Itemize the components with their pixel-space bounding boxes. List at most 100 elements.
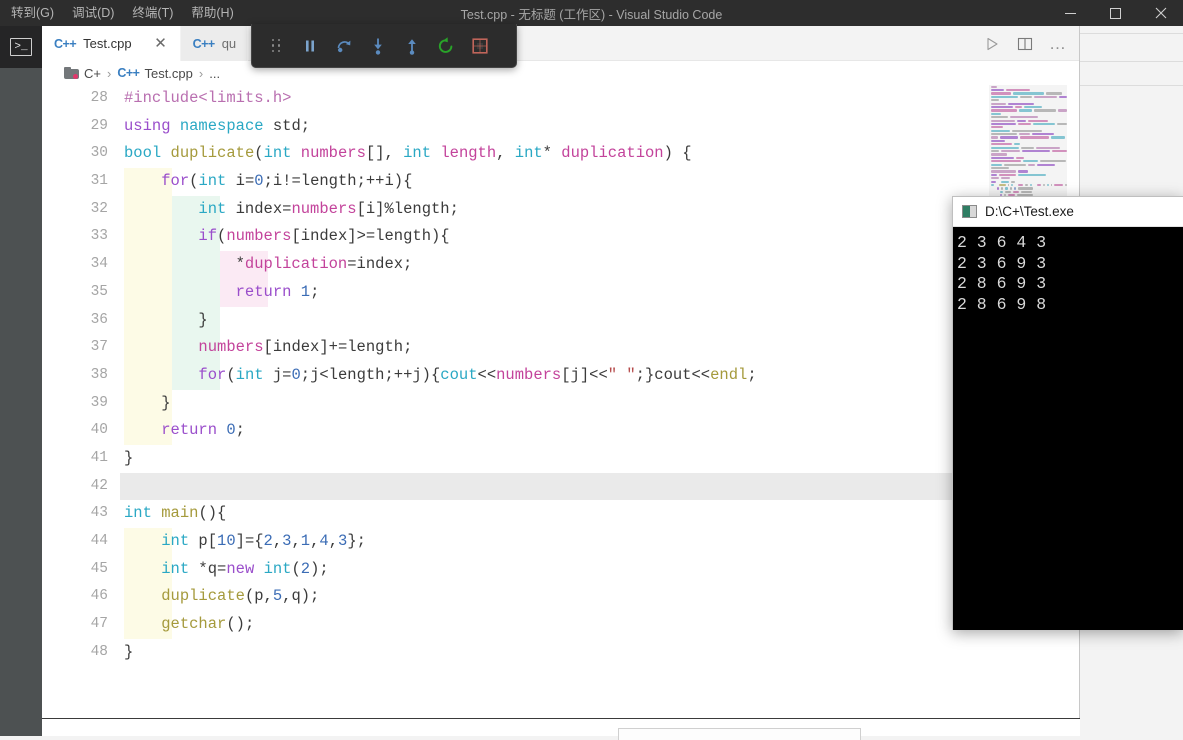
code-line: 35 return 1; bbox=[42, 278, 1079, 307]
code-line: 33 if(numbers[index]>=length){ bbox=[42, 223, 1079, 252]
bottom-panel bbox=[42, 719, 1080, 736]
code-editor[interactable]: 28 #include<limits.h> 29 using namespace st… bbox=[42, 85, 1079, 718]
breadcrumb-separator: › bbox=[106, 65, 112, 81]
maximize-button[interactable] bbox=[1093, 0, 1138, 26]
minimize-icon bbox=[1065, 12, 1076, 14]
cpp-file-icon: C++ bbox=[54, 36, 77, 51]
drag-handle-icon bbox=[271, 38, 281, 53]
folder-icon bbox=[64, 67, 79, 79]
restart-icon bbox=[438, 36, 453, 53]
close-icon bbox=[1155, 7, 1166, 19]
line-number: 43 bbox=[90, 505, 108, 522]
line-number: 37 bbox=[90, 339, 108, 356]
breadcrumb-item-file[interactable]: Test.cpp bbox=[144, 66, 192, 81]
tab-close-icon[interactable]: ✕ bbox=[153, 36, 169, 51]
tab-qu[interactable]: C++ qu bbox=[180, 26, 249, 61]
console-output: 2 3 6 4 3 2 3 6 9 3 2 8 6 9 3 2 8 6 9 8 bbox=[953, 227, 1183, 630]
code-line: 28 #include<limits.h> bbox=[42, 85, 1079, 113]
line-number: 28 bbox=[90, 90, 108, 106]
code-line: 46 duplicate(p,5,q); bbox=[42, 583, 1079, 612]
pause-icon bbox=[306, 40, 314, 51]
code-text: return 1; bbox=[235, 282, 320, 301]
menu-terminal[interactable]: 终端(T) bbox=[123, 2, 182, 24]
code-text: for(int j=0;j<length;++j){cout<<numbers[… bbox=[198, 365, 757, 384]
code-text: using namespace std; bbox=[124, 116, 311, 135]
code-text: } bbox=[124, 448, 134, 467]
code-text: bool duplicate(int numbers[], int length… bbox=[124, 144, 692, 163]
line-number: 42 bbox=[90, 477, 108, 494]
code-text: int index=numbers[i]%length; bbox=[198, 199, 459, 218]
code-line: 44 int p[10]={2,3,1,4,3}; bbox=[42, 528, 1079, 556]
code-line: 39 } bbox=[42, 389, 1079, 418]
panel-widget[interactable] bbox=[618, 728, 861, 740]
code-line: 31 for(int i=0;i!=length;++i){ bbox=[42, 168, 1079, 196]
breadcrumb: C+ › C++ Test.cpp › ... bbox=[42, 61, 1079, 85]
code-text: for(int i=0;i!=length;++i){ bbox=[161, 172, 413, 191]
console-title-text: D:\C+\Test.exe bbox=[985, 204, 1074, 219]
editor-actions: … bbox=[977, 26, 1073, 61]
code-line: 29 using namespace std; bbox=[42, 113, 1079, 141]
line-number: 41 bbox=[90, 449, 108, 466]
code-line: 45 int *q=new int(2); bbox=[42, 555, 1079, 584]
code-line: 48} bbox=[42, 639, 1079, 667]
pause-button[interactable] bbox=[294, 30, 326, 62]
activity-bar-terminal-slot[interactable]: >_ bbox=[0, 26, 42, 68]
console-title-bar[interactable]: D:\C+\Test.exe bbox=[953, 197, 1183, 227]
drag-handle[interactable] bbox=[260, 30, 292, 62]
step-into-button[interactable] bbox=[362, 30, 394, 62]
menu-debug[interactable]: 调试(D) bbox=[63, 2, 123, 24]
run-icon bbox=[987, 37, 998, 50]
line-number: 47 bbox=[90, 616, 108, 633]
tab-label: qu bbox=[221, 36, 237, 51]
restart-button[interactable] bbox=[430, 30, 462, 62]
line-number: 45 bbox=[90, 560, 108, 577]
code-text: } bbox=[124, 393, 171, 412]
activity-bar: >_ bbox=[0, 26, 42, 736]
code-text: getchar(); bbox=[161, 615, 255, 634]
run-button[interactable] bbox=[977, 30, 1007, 58]
window-controls bbox=[1048, 0, 1183, 26]
line-number: 44 bbox=[90, 533, 108, 549]
code-text: return 0; bbox=[161, 421, 245, 440]
code-text: int main(){ bbox=[124, 504, 227, 523]
split-editor-icon bbox=[1017, 37, 1033, 50]
stop-button[interactable] bbox=[464, 30, 496, 62]
console-window[interactable]: D:\C+\Test.exe 2 3 6 4 3 2 3 6 9 3 2 8 6… bbox=[952, 196, 1183, 630]
minimize-button[interactable] bbox=[1048, 0, 1093, 26]
code-text: int *q=new int(2); bbox=[161, 559, 329, 578]
line-number: 48 bbox=[90, 643, 108, 660]
code-line: 42 bbox=[42, 472, 1079, 501]
code-text: if(numbers[index]>=length){ bbox=[198, 227, 450, 246]
line-number: 29 bbox=[90, 117, 108, 134]
line-number: 30 bbox=[90, 145, 108, 162]
console-app-icon bbox=[962, 205, 977, 218]
line-number: 34 bbox=[90, 256, 108, 273]
code-text: } bbox=[124, 642, 134, 661]
code-line: 36 } bbox=[42, 306, 1079, 335]
code-line: 43 int main(){ bbox=[42, 500, 1079, 528]
code-line: 34 *duplication=index; bbox=[42, 251, 1079, 279]
breadcrumb-separator: › bbox=[198, 65, 204, 81]
more-actions-button[interactable]: … bbox=[1043, 30, 1073, 58]
cpp-file-icon: C++ bbox=[117, 66, 140, 80]
debug-toolbar bbox=[251, 24, 517, 68]
step-out-button[interactable] bbox=[396, 30, 428, 62]
step-over-icon bbox=[337, 40, 351, 52]
close-button[interactable] bbox=[1138, 0, 1183, 26]
split-editor-button[interactable] bbox=[1010, 30, 1040, 58]
tab-test-cpp[interactable]: C++ Test.cpp ✕ bbox=[42, 26, 181, 61]
step-over-button[interactable] bbox=[328, 30, 360, 62]
menu-goto[interactable]: 转到(G) bbox=[2, 2, 63, 24]
menu-help[interactable]: 帮助(H) bbox=[182, 2, 242, 24]
current-line-highlight bbox=[120, 472, 1079, 501]
breadcrumb-item-folder[interactable]: C+ bbox=[84, 66, 101, 81]
code-text: numbers[index]+=length; bbox=[198, 338, 413, 357]
breadcrumb-item-symbol[interactable]: ... bbox=[209, 66, 220, 81]
line-number: 39 bbox=[90, 394, 108, 411]
step-out-icon bbox=[408, 38, 416, 55]
menu-bar: 转到(G) 调试(D) 终端(T) 帮助(H) bbox=[2, 2, 243, 24]
code-line: 37 numbers[index]+=length; bbox=[42, 334, 1079, 362]
terminal-icon: >_ bbox=[10, 38, 32, 56]
line-number: 32 bbox=[90, 200, 108, 217]
stop-icon bbox=[472, 37, 488, 54]
